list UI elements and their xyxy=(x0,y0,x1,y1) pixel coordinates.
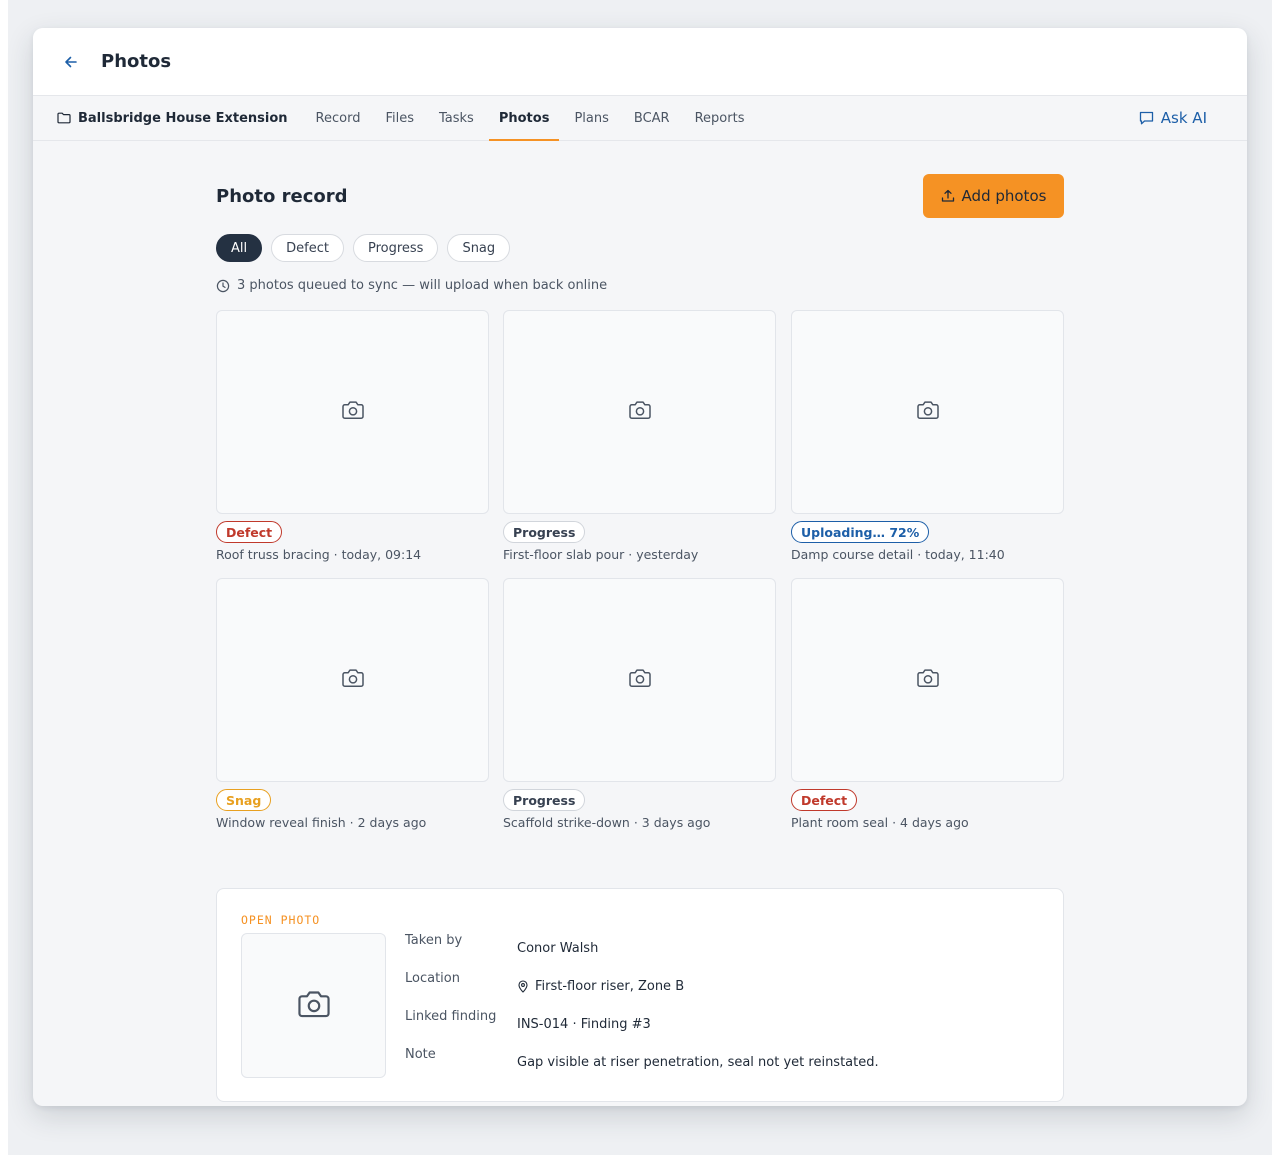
tab-label: Files xyxy=(385,110,414,126)
filter-defect[interactable]: Defect xyxy=(271,234,344,262)
status-badge: Progress xyxy=(503,789,586,811)
open-photo-thumbnail[interactable] xyxy=(241,933,386,1078)
field-label: Location xyxy=(405,971,460,986)
page-heading: Photos xyxy=(101,51,172,72)
ask-ai-label: Ask AI xyxy=(1160,109,1207,127)
photo-card[interactable]: Progress First-floor slab pour · yesterd… xyxy=(503,310,776,570)
photo-thumbnail xyxy=(791,310,1064,514)
taken-by-value: Conor Walsh xyxy=(517,941,598,956)
camera-icon xyxy=(628,399,652,425)
status-badge: Progress xyxy=(503,521,586,543)
status-badge: Defect xyxy=(791,789,858,811)
note-value: Gap visible at riser penetration, seal n… xyxy=(517,1055,879,1070)
chat-bubble-icon xyxy=(1139,111,1154,125)
photo-thumbnail xyxy=(216,578,489,782)
photo-card[interactable]: Progress Scaffold strike-down · 3 days a… xyxy=(503,578,776,838)
filter-all[interactable]: All xyxy=(216,234,263,262)
camera-icon xyxy=(916,399,940,425)
filter-snag[interactable]: Snag xyxy=(447,234,511,262)
tab-tasks[interactable]: Tasks xyxy=(429,96,484,140)
photo-card[interactable]: Uploading… 72% Damp course detail · toda… xyxy=(791,310,1064,570)
content-header: Photo record Add photos xyxy=(216,174,1064,218)
section-title: Photo record xyxy=(216,186,348,207)
tab-reports[interactable]: Reports xyxy=(685,96,755,140)
title-bar: Photos xyxy=(33,28,1247,96)
main-content: Photo record Add photos All Defect Progr… xyxy=(216,174,1064,1102)
camera-icon xyxy=(341,667,365,693)
tab-label: Plans xyxy=(574,110,609,126)
tab-photos[interactable]: Photos xyxy=(488,96,560,141)
photo-card[interactable]: Snag Window reveal finish · 2 days ago xyxy=(216,578,489,838)
photo-thumbnail xyxy=(503,578,776,782)
field-label: Note xyxy=(405,1047,436,1062)
ask-ai-button[interactable]: Ask AI xyxy=(1139,96,1207,140)
field-value: Conor Walsh xyxy=(517,941,599,956)
camera-icon xyxy=(341,399,365,425)
clock-icon xyxy=(216,279,230,293)
photo-caption: Roof truss bracing · today, 09:14 xyxy=(216,547,422,562)
field-label: Taken by xyxy=(405,933,463,948)
camera-icon xyxy=(916,667,940,693)
photo-thumbnail xyxy=(503,310,776,514)
linked-finding-value[interactable]: INS-014 · Finding #3 xyxy=(517,1017,651,1032)
tab-label: BCAR xyxy=(633,110,670,126)
filter-label: All xyxy=(231,240,248,256)
filter-label: Snag xyxy=(462,240,496,256)
location-value: First-floor riser, Zone B xyxy=(517,979,684,994)
camera-icon xyxy=(296,988,332,1024)
photo-thumbnail xyxy=(216,310,489,514)
field-value: First-floor riser, Zone B xyxy=(535,979,685,994)
field-value: INS-014 · Finding #3 xyxy=(517,1017,651,1032)
field-label: Linked finding xyxy=(405,1009,497,1024)
photo-caption: Window reveal finish · 2 days ago xyxy=(216,815,427,830)
project-name-label: Ballsbridge House Extension xyxy=(78,110,288,126)
add-photos-button[interactable]: Add photos xyxy=(923,174,1064,218)
pin-icon xyxy=(517,980,529,993)
open-photo-panel: OPEN PHOTO Taken by Conor Walsh Location… xyxy=(216,888,1064,1102)
photo-card[interactable]: Defect Plant room seal · 4 days ago xyxy=(791,578,1064,838)
filter-label: Defect xyxy=(286,240,329,256)
sync-status-text: 3 photos queued to sync — will upload wh… xyxy=(237,278,608,293)
tab-label: Tasks xyxy=(439,110,474,126)
tab-plans[interactable]: Plans xyxy=(564,96,618,140)
open-photo-label: OPEN PHOTO xyxy=(241,913,321,927)
app-window: Photos Ballsbridge House Extension Recor… xyxy=(33,28,1247,1106)
photo-thumbnail xyxy=(791,578,1064,782)
photo-card[interactable]: Defect Roof truss bracing · today, 09:14 xyxy=(216,310,489,570)
tab-files[interactable]: Files xyxy=(375,96,424,140)
tab-label: Reports xyxy=(694,110,745,126)
back-arrow-icon[interactable] xyxy=(61,52,81,72)
upload-icon xyxy=(941,189,955,203)
filter-label: Progress xyxy=(367,240,424,256)
sync-status: 3 photos queued to sync — will upload wh… xyxy=(216,278,607,293)
tab-bcar[interactable]: BCAR xyxy=(624,96,680,140)
status-badge: Snag xyxy=(216,789,272,811)
folder-icon xyxy=(57,112,71,124)
photo-caption: First-floor slab pour · yesterday xyxy=(503,547,699,562)
filter-chips: All Defect Progress Snag xyxy=(216,234,519,262)
project-nav: Ballsbridge House Extension Record Files… xyxy=(33,96,1247,141)
photo-caption: Plant room seal · 4 days ago xyxy=(791,815,969,830)
project-name[interactable]: Ballsbridge House Extension xyxy=(57,96,288,140)
photo-caption: Scaffold strike-down · 3 days ago xyxy=(503,815,711,830)
photo-caption: Damp course detail · today, 11:40 xyxy=(791,547,1005,562)
tab-label: Photos xyxy=(498,110,550,126)
upload-progress-badge: Uploading… 72% xyxy=(791,521,930,543)
field-value: Gap visible at riser penetration, seal n… xyxy=(517,1055,879,1070)
status-badge: Defect xyxy=(216,521,283,543)
tab-record[interactable]: Record xyxy=(306,96,371,140)
camera-icon xyxy=(628,667,652,693)
add-photos-label: Add photos xyxy=(961,187,1047,205)
tab-label: Record xyxy=(315,110,361,126)
filter-progress[interactable]: Progress xyxy=(352,234,439,262)
